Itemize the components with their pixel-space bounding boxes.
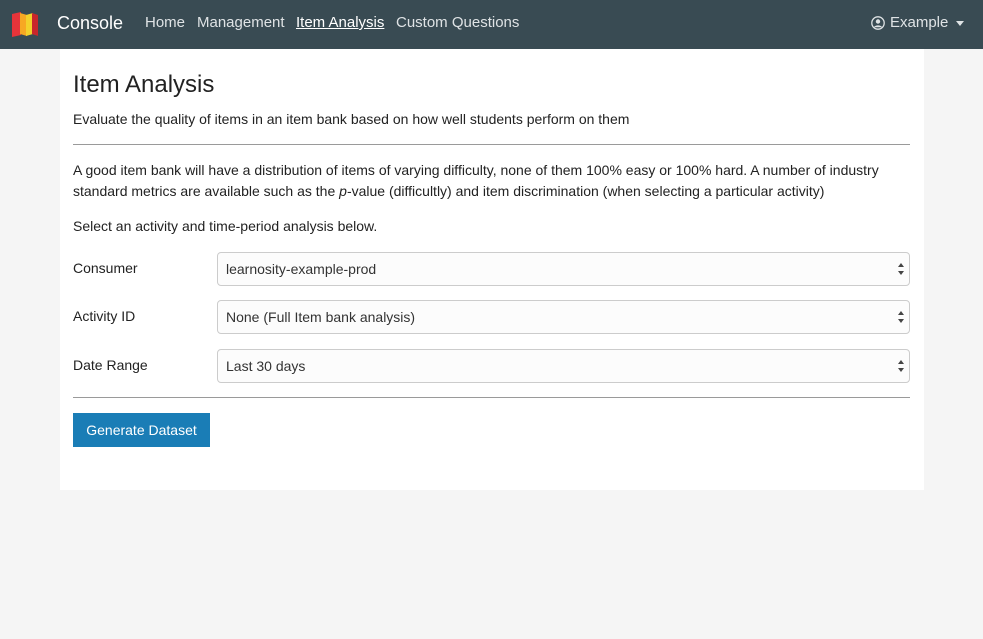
select-arrows-icon [898,360,904,372]
consumer-label: Consumer [73,260,138,276]
main-panel: Item Analysis Evaluate the quality of it… [60,49,924,490]
brand-title[interactable]: Console [57,12,123,34]
page-subtitle: Evaluate the quality of items in an item… [73,111,630,127]
activity-id-select[interactable]: None (Full Item bank analysis) [217,300,910,334]
select-arrows-icon [898,263,904,275]
book-logo-icon[interactable] [10,10,40,38]
consumer-select-value: learnosity-example-prod [226,261,377,277]
page-title: Item Analysis [73,71,215,98]
nav-link-item-analysis[interactable]: Item Analysis [296,14,384,32]
description-text: A good item bank will have a distributio… [73,162,879,199]
user-circle-icon [871,16,885,30]
instruction-text: Select an activity and time-period analy… [73,218,378,234]
activity-id-label: Activity ID [73,308,136,324]
divider-bottom [73,397,910,398]
date-range-select[interactable]: Last 30 days [217,349,910,383]
p-value-emphasis: p [339,183,347,199]
consumer-select[interactable]: learnosity-example-prod [217,252,910,286]
nav-link-management[interactable]: Management [197,14,285,32]
user-menu[interactable]: Example [871,14,965,32]
date-range-label: Date Range [73,357,148,373]
generate-dataset-button[interactable]: Generate Dataset [73,413,210,447]
date-range-select-value: Last 30 days [226,358,306,374]
nav-link-custom-questions[interactable]: Custom Questions [396,14,519,32]
select-arrows-icon [898,311,904,323]
divider-top [73,144,910,145]
nav-link-home[interactable]: Home [145,14,185,32]
top-navbar: Console Home Management Item Analysis Cu… [0,0,983,49]
activity-id-select-value: None (Full Item bank analysis) [226,309,416,325]
caret-down-icon [956,20,965,26]
user-name: Example [890,14,949,31]
